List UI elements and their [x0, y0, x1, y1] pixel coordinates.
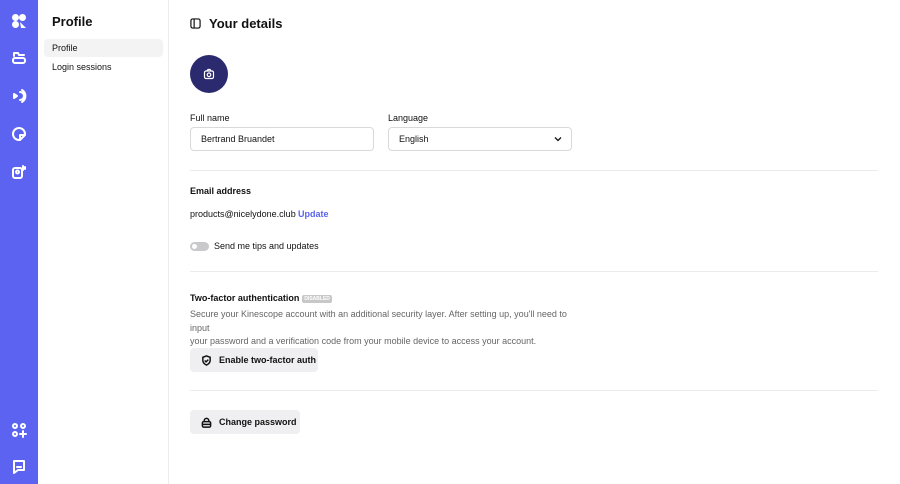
- main-content: Your details Full name Bertrand Bruandet…: [169, 0, 900, 484]
- apps-add-icon[interactable]: [10, 421, 28, 439]
- language-label: Language: [388, 113, 429, 123]
- two-factor-heading: Two-factor authentication: [190, 293, 300, 303]
- status-badge: DISABLED: [302, 294, 332, 303]
- full-name-label: Full name: [190, 113, 230, 123]
- logo-icon[interactable]: [10, 12, 28, 30]
- two-factor-description: Secure your Kinescope account with an ad…: [190, 308, 570, 349]
- page-title: Your details: [209, 16, 283, 31]
- description-line: your password and a verification code fr…: [190, 336, 537, 346]
- divider: [190, 170, 878, 171]
- email-value: products@nicelydone.club: [190, 209, 296, 219]
- language-select[interactable]: English: [388, 127, 572, 151]
- language-value: English: [399, 134, 429, 144]
- divider: [190, 271, 878, 272]
- email-heading: Email address: [190, 186, 252, 196]
- camera-icon: [203, 68, 215, 80]
- button-label: Change password: [219, 417, 297, 427]
- button-label: Enable two-factor auth: [219, 355, 317, 365]
- user-speaker-icon[interactable]: [10, 163, 28, 181]
- full-name-input[interactable]: Bertrand Bruandet: [190, 127, 374, 151]
- divider: [190, 390, 878, 391]
- broadcast-icon[interactable]: [10, 87, 28, 105]
- folder-icon[interactable]: [10, 49, 28, 67]
- enable-two-factor-button[interactable]: Enable two-factor auth: [190, 348, 318, 372]
- update-email-link[interactable]: Update: [298, 209, 329, 219]
- tips-label: Send me tips and updates: [214, 241, 319, 251]
- analytics-icon[interactable]: [10, 125, 28, 143]
- lock-icon: [201, 417, 212, 428]
- sidebar-toggle-icon[interactable]: [190, 18, 201, 29]
- description-line: Secure your Kinescope account with an ad…: [190, 309, 567, 333]
- tips-toggle[interactable]: [190, 242, 209, 251]
- chevron-down-icon: [554, 137, 562, 142]
- shield-check-icon: [202, 354, 211, 366]
- chat-icon[interactable]: [10, 458, 28, 476]
- subnav-item-profile[interactable]: Profile: [44, 39, 163, 57]
- app-sidebar: [0, 0, 38, 484]
- change-password-button[interactable]: Change password: [190, 410, 300, 434]
- subnav-title: Profile: [52, 14, 93, 29]
- avatar-upload[interactable]: [190, 55, 228, 93]
- profile-subnav: Profile Profile Login sessions: [38, 0, 169, 484]
- subnav-item-login-sessions[interactable]: Login sessions: [44, 58, 163, 76]
